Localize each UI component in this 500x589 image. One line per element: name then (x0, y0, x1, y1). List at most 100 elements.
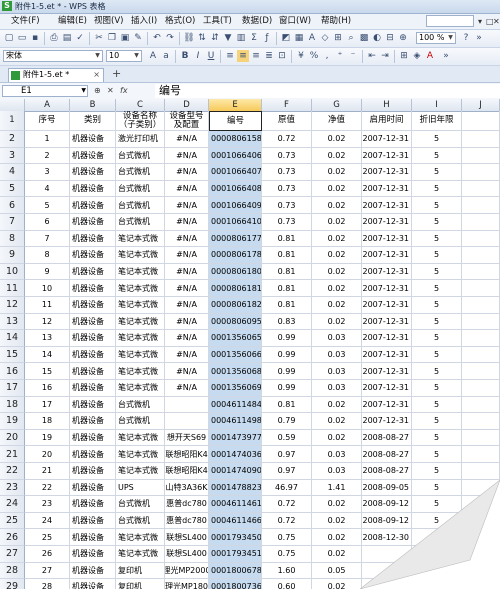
data-cell[interactable]: 2007-12-31 (362, 280, 412, 297)
data-cell[interactable]: 19 (25, 429, 70, 447)
data-cell[interactable]: 0.02 (312, 413, 362, 430)
data-cell[interactable] (362, 562, 412, 580)
data-cell[interactable]: 0.02 (312, 180, 362, 198)
insert-link-icon[interactable]: ⛓ (183, 32, 195, 44)
save-icon[interactable]: ▪ (29, 32, 41, 44)
row-header[interactable]: 3 (0, 147, 25, 165)
data-cell[interactable]: 0.02 (312, 164, 362, 181)
data-cell[interactable]: 2007-12-31 (362, 197, 412, 214)
pivot-icon[interactable]: ⊟ (384, 32, 396, 44)
row-header[interactable]: 17 (0, 380, 25, 397)
data-cell[interactable]: 0001066406 (209, 147, 262, 165)
font-color-icon[interactable]: A (424, 50, 436, 62)
data-cell[interactable]: 机器设备 (70, 479, 116, 497)
data-cell[interactable]: 1.41 (312, 479, 362, 497)
data-cell[interactable]: 0.02 (312, 280, 362, 297)
data-cell[interactable]: 23 (25, 496, 70, 513)
data-cell[interactable]: 5 (412, 380, 462, 397)
data-cell[interactable]: 山特3A36K (165, 479, 209, 497)
row-header[interactable]: 25 (0, 512, 25, 530)
data-cell[interactable]: 5 (412, 413, 462, 430)
data-cell[interactable]: 机器设备 (70, 346, 116, 364)
row-header[interactable]: 21 (0, 446, 25, 463)
data-cell[interactable]: #N/A (165, 380, 209, 397)
data-cell[interactable]: 2008-08-27 (362, 446, 412, 463)
data-cell[interactable]: 0.02 (312, 147, 362, 165)
zoom-icon[interactable]: ⊕ (397, 32, 409, 44)
data-cell[interactable]: 机器设备 (70, 131, 116, 148)
data-cell[interactable]: 2007-12-31 (362, 297, 412, 314)
row-header[interactable]: 8 (0, 230, 25, 248)
data-cell[interactable] (462, 147, 500, 165)
data-cell[interactable]: 0.02 (312, 529, 362, 546)
data-cell[interactable]: 0.02 (312, 313, 362, 331)
sort-desc-icon[interactable]: ⇵ (209, 32, 221, 44)
data-cell[interactable]: 11 (25, 297, 70, 314)
data-cell[interactable]: 机器设备 (70, 496, 116, 513)
data-cell[interactable]: 笔记本式微 (116, 297, 165, 314)
color-scheme-icon[interactable]: ◐ (371, 32, 383, 44)
data-cell[interactable]: 5 (412, 496, 462, 513)
data-cell[interactable]: 笔记本式微 (116, 546, 165, 563)
data-cell[interactable]: 0.02 (312, 263, 362, 281)
data-cell[interactable]: 0.03 (312, 380, 362, 397)
data-cell[interactable]: 2007-12-31 (362, 346, 412, 364)
data-cell[interactable] (462, 164, 500, 181)
data-cell[interactable]: #N/A (165, 180, 209, 198)
data-cell[interactable]: 0.83 (262, 313, 312, 331)
data-cell[interactable]: #N/A (165, 131, 209, 148)
align-center-icon[interactable]: ≡ (237, 50, 249, 62)
data-cell[interactable]: 机器设备 (70, 396, 116, 414)
row-header[interactable]: 13 (0, 313, 25, 331)
data-cell[interactable] (462, 463, 500, 480)
column-header-b[interactable]: B (70, 99, 116, 111)
data-cell[interactable] (462, 330, 500, 347)
data-cell[interactable]: 5 (412, 263, 462, 281)
thousands-icon[interactable]: , (321, 50, 333, 62)
row-header[interactable]: 15 (0, 346, 25, 364)
menu-window[interactable]: 窗口(W) (276, 15, 314, 28)
new-icon[interactable]: ▢ (3, 32, 15, 44)
data-cell[interactable]: 5 (412, 280, 462, 297)
autosum-icon[interactable]: Σ (248, 32, 260, 44)
data-cell[interactable]: 0000806177 (209, 230, 262, 248)
data-cell[interactable] (462, 363, 500, 380)
zoom-combo[interactable]: 100 % ▼ (416, 32, 456, 44)
data-cell[interactable]: 0.02 (312, 512, 362, 530)
data-cell[interactable]: 惠普dc780 (165, 496, 209, 513)
data-cell[interactable]: 机器设备 (70, 280, 116, 297)
align-left-icon[interactable]: ≡ (224, 50, 236, 62)
data-cell[interactable]: 机器设备 (70, 330, 116, 347)
data-cell[interactable]: 0004611461 (209, 496, 262, 513)
data-cell[interactable]: 0.75 (262, 529, 312, 546)
data-cell[interactable]: 笔记本式微 (116, 346, 165, 364)
data-cell[interactable]: 机器设备 (70, 380, 116, 397)
menu-help[interactable]: 帮助(H) (318, 15, 354, 28)
data-cell[interactable]: 0001356069 (209, 380, 262, 397)
data-cell[interactable]: 5 (412, 429, 462, 447)
shapes-icon[interactable]: ◇ (319, 32, 331, 44)
menu-file[interactable]: 文件(F) (8, 15, 43, 28)
data-cell[interactable] (462, 512, 500, 530)
data-cell[interactable]: 0.02 (312, 247, 362, 264)
data-cell[interactable]: #N/A (165, 330, 209, 347)
data-cell[interactable] (462, 429, 500, 447)
data-cell[interactable]: 2007-12-31 (362, 363, 412, 380)
data-cell[interactable]: 理光MP2000 (165, 562, 209, 580)
data-cell[interactable]: 台式微机 (116, 512, 165, 530)
data-cell[interactable]: 笔记本式微 (116, 363, 165, 380)
data-cell[interactable]: 5 (412, 147, 462, 165)
data-cell[interactable]: 5 (412, 346, 462, 364)
cut-icon[interactable]: ✂ (93, 32, 105, 44)
data-cell[interactable]: 5 (412, 446, 462, 463)
data-cell[interactable] (362, 546, 412, 563)
column-header-f[interactable]: F (262, 99, 312, 111)
select-all-corner[interactable] (0, 99, 25, 111)
data-cell[interactable]: 14 (25, 346, 70, 364)
data-cell[interactable] (462, 346, 500, 364)
data-cell[interactable] (462, 280, 500, 297)
data-cell[interactable]: 5 (412, 529, 462, 546)
data-cell[interactable]: 笔记本式微 (116, 330, 165, 347)
menu-format[interactable]: 格式(O) (162, 15, 198, 28)
data-cell[interactable]: 理光MP180 (165, 579, 209, 589)
